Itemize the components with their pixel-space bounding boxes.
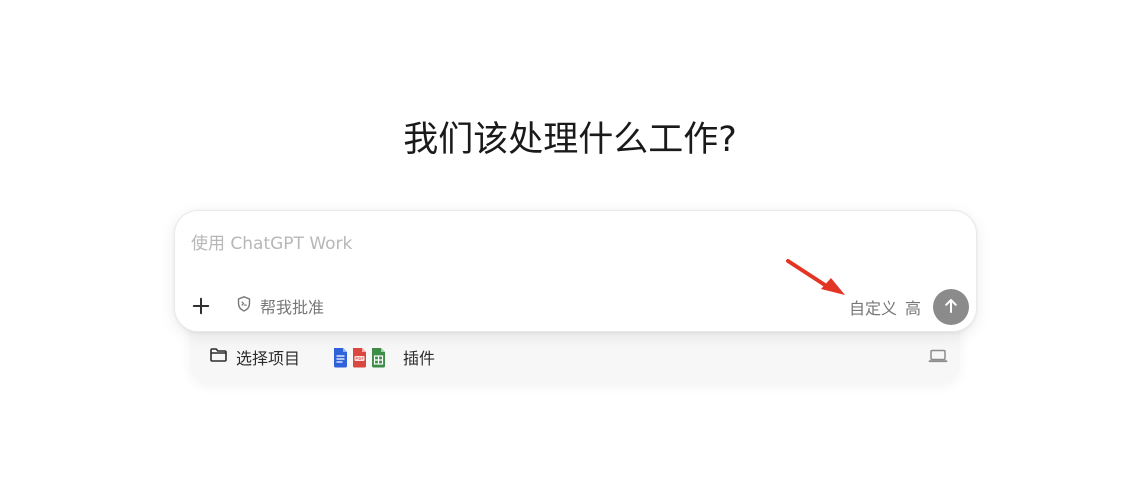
custom-mode-button[interactable]: 自定义 [849,295,898,318]
red-arrow-icon [786,259,845,295]
custom-mode-label: 自定义 [849,299,898,318]
shield-code-icon [235,295,253,317]
plugin-app-icons [332,347,387,368]
approval-button[interactable]: 帮我批准 [235,294,324,318]
document-icon [334,347,347,367]
new-work-page: 我们该处理什么工作? 选择项目 插件 使用 ChatGPT Work 帮我批准 … [0,0,1140,498]
add-attachment-button[interactable] [188,293,214,319]
effort-level-button[interactable]: 高 [905,295,922,318]
select-project-label: 选择项目 [236,349,301,368]
laptop-icon [928,349,948,367]
page-title: 我们该处理什么工作? [403,120,737,160]
plugins-label: 插件 [403,349,436,368]
effort-level-label: 高 [905,299,922,318]
plugins-button[interactable]: 插件 [332,345,435,369]
plus-icon [188,297,214,322]
pdf-icon [353,347,366,367]
prompt-composer: 帮我批准 自定义 高 [174,210,977,332]
laptop-button[interactable] [926,346,950,368]
arrow-up-icon [941,296,961,319]
send-button[interactable] [933,289,969,325]
select-project-button[interactable]: 选择项目 [209,345,300,369]
prompt-input[interactable] [189,231,813,257]
approval-label: 帮我批准 [260,298,325,317]
folder-icon [209,347,228,367]
spreadsheet-icon [372,347,385,367]
